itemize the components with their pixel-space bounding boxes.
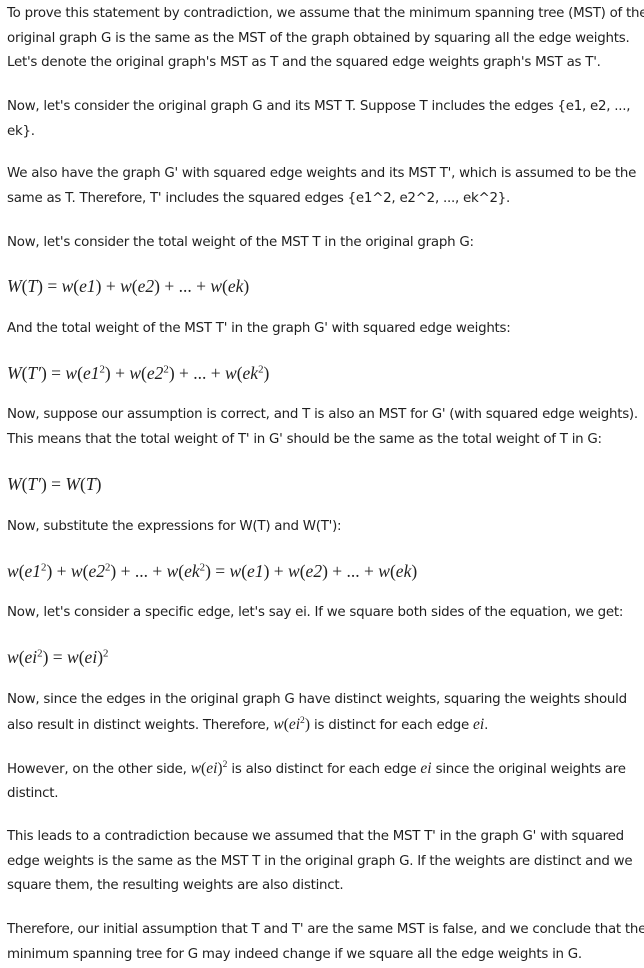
text-line: This leads to a contradiction because we… — [7, 829, 624, 844]
paragraph-distinct-weights: Now, since the edges in the original gra… — [7, 688, 637, 737]
text-line: distinct. — [7, 785, 59, 801]
text-line: Therefore, our initial assumption that T… — [7, 922, 644, 937]
equation-squared-edge: w(ei2) = w(ei)2 — [7, 647, 109, 667]
equation-equal-weights: W(T′) = W(T) — [7, 474, 102, 494]
text-line: edge weights is the same as the MST T in… — [7, 853, 633, 869]
paragraph-other-side: However, on the other side, w(ei)2 is al… — [7, 757, 637, 806]
paragraph-contradiction: This leads to a contradiction because we… — [7, 825, 637, 899]
text-line: Now, suppose our assumption is correct, … — [7, 407, 638, 422]
text-line: square them, the resulting weights are a… — [7, 878, 344, 893]
paragraph-intro: To prove this statement by contradiction… — [7, 2, 644, 76]
text-line: Now, substitute the expressions for W(T)… — [7, 519, 342, 534]
inline-math: w(ei2) — [273, 714, 311, 733]
document: To prove this statement by contradiction… — [0, 0, 644, 968]
paragraph-total-weight: Now, let's consider the total weight of … — [7, 231, 637, 256]
equation-weight-t-prime: W(T′) = w(e12) + w(e22) + ... + w(ek2) — [7, 363, 270, 383]
paragraph-total-weight-squared: And the total weight of the MST T' in th… — [7, 317, 637, 342]
text-line: Now, let's consider the total weight of … — [7, 235, 474, 250]
paragraph-squared-graph: We also have the graph G' with squared e… — [7, 162, 637, 211]
equation-weight-t: W(T) = w(e1) + w(e2) + ... + w(ek) — [7, 276, 250, 296]
text-line: same as T. Therefore, T' includes the sq… — [7, 190, 510, 206]
text-line: This means that the total weight of T' i… — [7, 431, 602, 447]
paragraph-assumption: Now, suppose our assumption is correct, … — [7, 403, 638, 452]
text-line: Now, let's consider a specific edge, let… — [7, 605, 624, 620]
text-line: also result in distinct weights. Therefo… — [7, 714, 489, 733]
text-line: To prove this statement by contradiction… — [7, 6, 644, 21]
inline-math: ei — [420, 760, 432, 777]
text-line: Now, since the edges in the original gra… — [7, 692, 627, 707]
equation-substituted: w(e12) + w(e22) + ... + w(ek2) = w(e1) +… — [7, 561, 418, 581]
inline-math: w(ei)2 — [190, 759, 228, 777]
text-line: ek}. — [7, 123, 35, 139]
text-line: And the total weight of the MST T' in th… — [7, 321, 511, 336]
text-line: Now, let's consider the original graph G… — [7, 99, 631, 114]
text-line: Let's denote the original graph's MST as… — [7, 55, 601, 70]
paragraph-substitute: Now, substitute the expressions for W(T)… — [7, 515, 637, 540]
paragraph-conclusion: Therefore, our initial assumption that T… — [7, 918, 644, 967]
paragraph-specific-edge: Now, let's consider a specific edge, let… — [7, 601, 637, 626]
text-line: original graph G is the same as the MST … — [7, 30, 630, 46]
inline-math: ei — [472, 715, 485, 733]
paragraph-edges: Now, let's consider the original graph G… — [7, 95, 637, 144]
text-line: minimum spanning tree for G may indeed c… — [7, 946, 582, 962]
text-line: We also have the graph G' with squared e… — [7, 166, 637, 181]
text-line: However, on the other side, w(ei)2 is al… — [7, 759, 626, 777]
